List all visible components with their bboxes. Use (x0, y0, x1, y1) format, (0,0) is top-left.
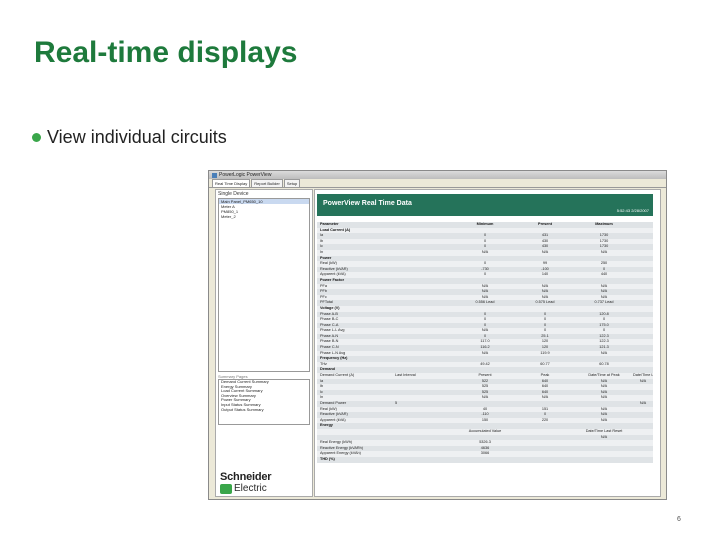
bullet-text: View individual circuits (47, 127, 227, 147)
device-list: Main Panel_PM650_10 Meter A PM850_1 Mete… (218, 198, 310, 372)
table-cell (455, 457, 515, 463)
real-time-data-pane: PowerView Real Time Data 5:52:43 2/28/20… (314, 189, 661, 497)
table-cell (515, 457, 575, 463)
slide-title: Real-time displays (34, 36, 298, 69)
table-cell: THD (%) (320, 456, 335, 461)
tab-setup[interactable]: Setup (283, 179, 301, 187)
summary-pages-header: Summary Pages (218, 374, 248, 379)
schneider-logo-icon (220, 483, 232, 494)
table-row: THD (%) (317, 456, 653, 463)
table-cell (633, 457, 653, 463)
logo-line2-row: Electric (220, 483, 310, 494)
tab-bar: Real Time Display Report Builder Setup (209, 179, 666, 188)
real-time-header: PowerView Real Time Data 5:52:43 2/28/20… (317, 194, 653, 216)
tab-real-time-display[interactable]: Real Time Display (212, 179, 251, 187)
logo-line1: Schneider (220, 471, 272, 483)
table-cell (575, 457, 633, 463)
summary-pages-list: Demand Current Summary Energy Summary Lo… (218, 379, 310, 425)
real-time-timestamp: 5:52:43 2/28/2007 (616, 208, 649, 213)
single-device-header: Single Device (218, 191, 249, 197)
app-icon (212, 172, 217, 178)
tab-report-builder[interactable]: Report Builder (251, 179, 283, 187)
slide-number: 6 (677, 516, 681, 523)
real-time-table: Parameter Minimum Present Maximum Load Curre… (317, 222, 653, 463)
bullet-item: View individual circuits (32, 127, 227, 148)
bullet-dot-icon (32, 133, 41, 142)
window-title: PowerLogic PowerView (219, 172, 272, 178)
logo-line2: Electric (234, 483, 267, 494)
table-cell (395, 457, 455, 463)
left-pane: Single Device Main Panel_PM650_10 Meter … (215, 189, 313, 497)
real-time-title: PowerView Real Time Data (323, 200, 412, 207)
schneider-logo: Schneider Electric (220, 472, 310, 494)
powerview-screenshot: PowerLogic PowerView Real Time Display R… (208, 170, 667, 500)
summary-item[interactable]: Output Status Summary (219, 407, 309, 413)
window-titlebar: PowerLogic PowerView (209, 171, 666, 179)
device-item[interactable]: Meter_2 (219, 214, 309, 219)
